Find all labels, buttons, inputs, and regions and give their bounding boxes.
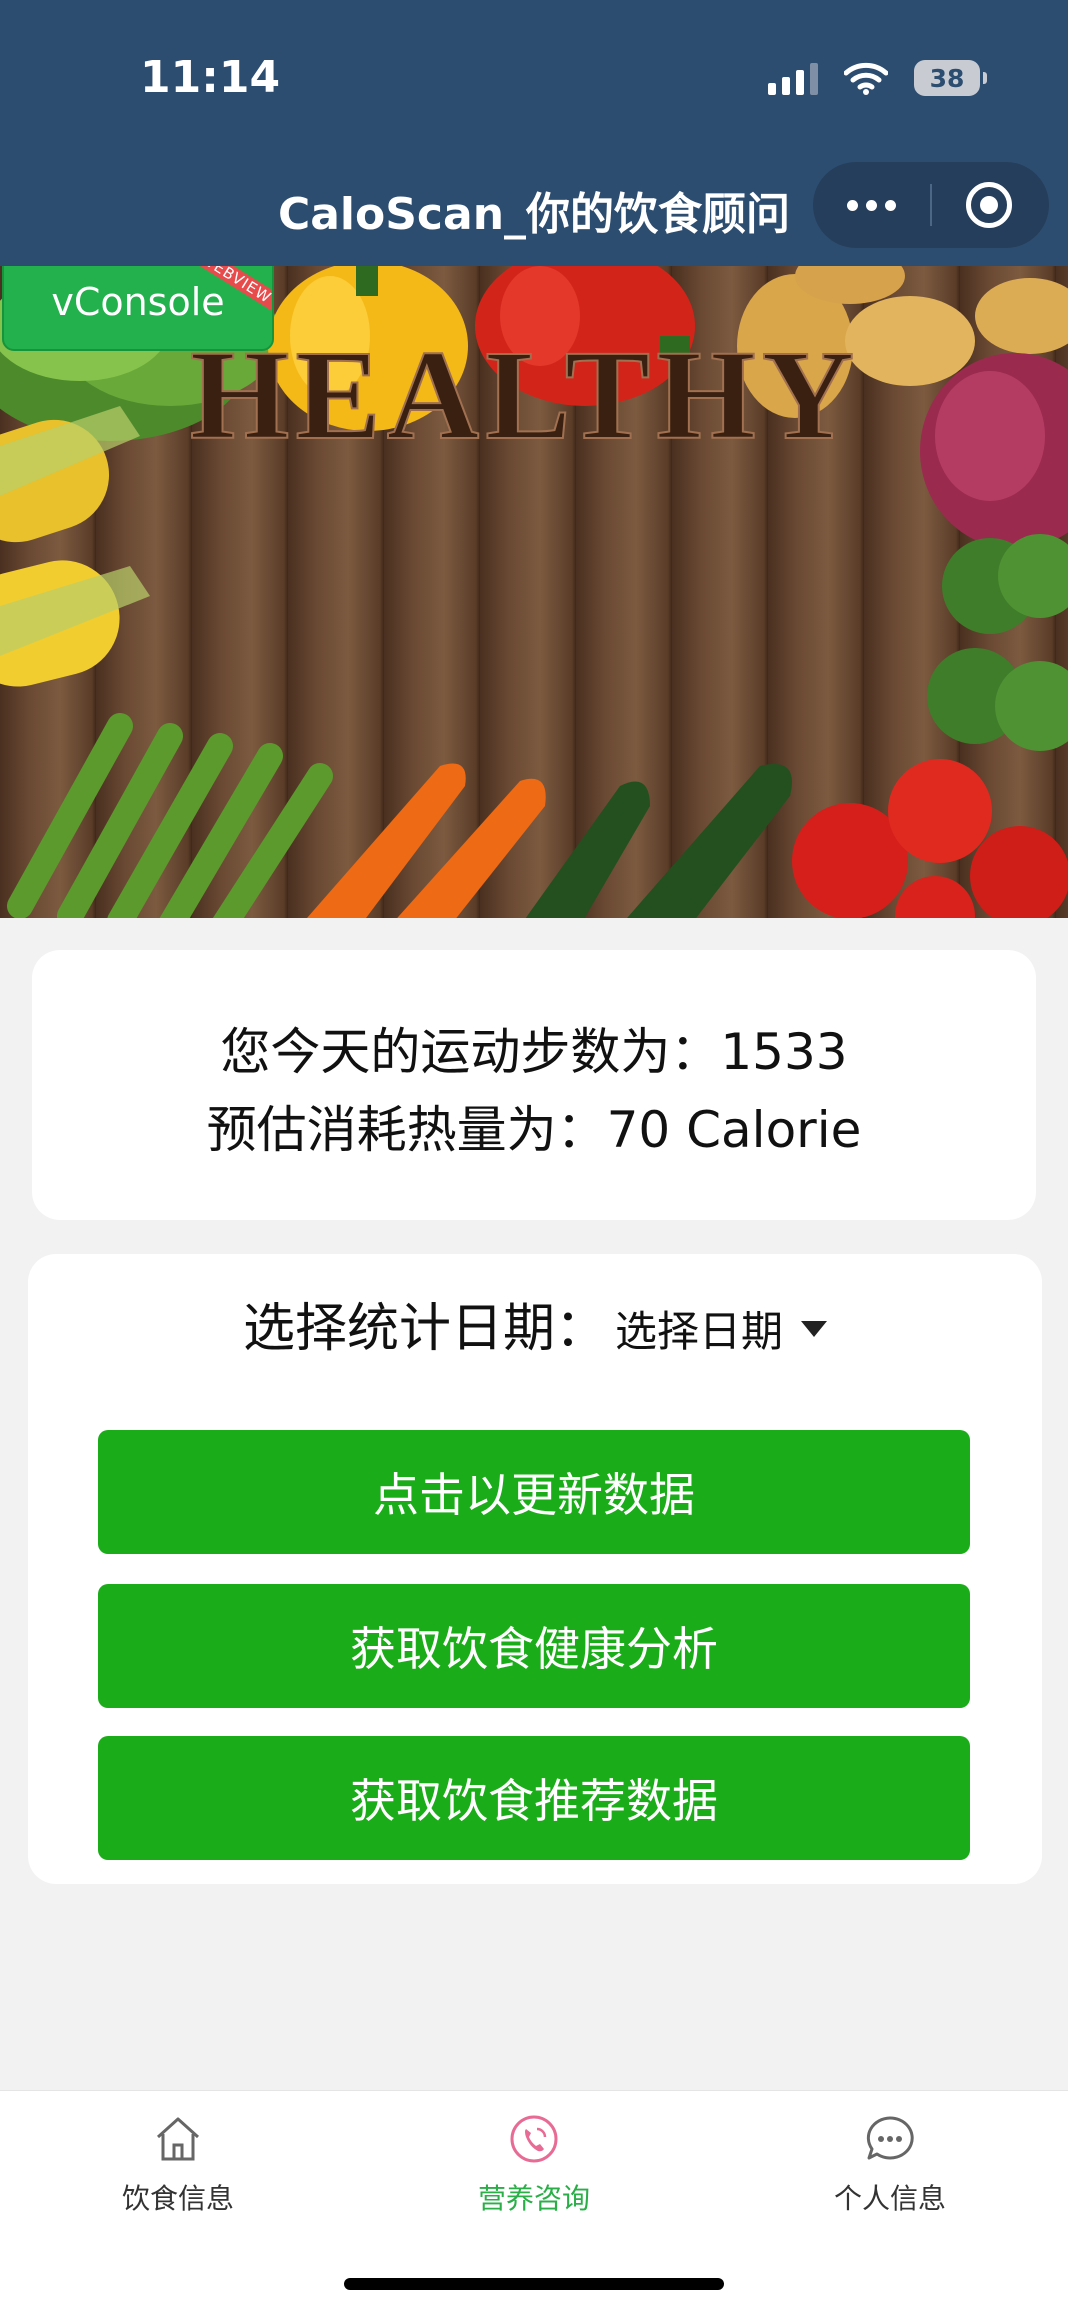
tomato-image	[792, 759, 1068, 918]
status-time: 11:14	[140, 52, 281, 103]
battery-icon: 38	[914, 60, 987, 96]
asparagus-image	[7, 713, 333, 918]
date-picker-text: 选择日期	[615, 1307, 784, 1356]
diet-recommend-button[interactable]: 获取饮食推荐数据	[98, 1736, 970, 1860]
update-data-button[interactable]: 点击以更新数据	[98, 1430, 970, 1554]
vconsole-label: vConsole	[51, 280, 225, 324]
tab-nutrition-consult[interactable]: 营养咨询	[384, 2109, 684, 2217]
tab-label: 饮食信息	[121, 2182, 234, 2215]
corn-image	[0, 406, 150, 687]
header: 11:14 38 CaloScan_你的饮食顾问	[0, 0, 1068, 266]
broccoli-image	[927, 534, 1068, 751]
chat-icon	[866, 2116, 914, 2160]
date-picker[interactable]: 选择日期	[615, 1298, 828, 1359]
carrot-image	[307, 763, 546, 918]
date-card: 选择统计日期： 选择日期 点击以更新数据 获取饮食健康分析 获取饮食推荐数据	[28, 1254, 1042, 1884]
signal-icon	[768, 61, 818, 95]
onion-image	[920, 353, 1068, 549]
date-row: 选择统计日期： 选择日期	[28, 1286, 1042, 1361]
tab-diet-info[interactable]: 饮食信息	[28, 2109, 328, 2217]
cucumber-image	[525, 764, 792, 918]
healthy-banner: HEALTHY vConsole WEBVIEW	[0, 266, 1068, 918]
more-button[interactable]	[813, 162, 930, 248]
home-indicator	[344, 2278, 724, 2290]
capsule-divider	[930, 184, 932, 226]
steps-count-text: 您今天的运动步数为：1533	[220, 1023, 848, 1081]
diet-analysis-button[interactable]: 获取饮食健康分析	[98, 1584, 970, 1708]
wifi-icon	[844, 62, 888, 95]
calorie-estimate-text: 预估消耗热量为：70 Calorie	[206, 1101, 862, 1159]
status-icons: 38	[768, 56, 987, 100]
phone-icon	[510, 2115, 558, 2163]
tab-label: 个人信息	[833, 2182, 946, 2215]
capsule-menu	[813, 162, 1049, 248]
caret-down-icon	[801, 1320, 828, 1337]
vconsole-button[interactable]: vConsole WEBVIEW	[2, 266, 274, 351]
healthy-text: HEALTHY	[190, 324, 860, 466]
date-label: 选择统计日期：	[242, 1299, 607, 1359]
tab-label: 营养咨询	[477, 2182, 590, 2215]
close-miniprogram-button[interactable]	[966, 182, 1012, 228]
banner-illustration: HEALTHY	[0, 266, 1068, 918]
home-icon	[156, 2117, 200, 2161]
tab-personal-info[interactable]: 个人信息	[740, 2109, 1040, 2217]
steps-card: 您今天的运动步数为：1533 预估消耗热量为：70 Calorie	[32, 950, 1036, 1220]
